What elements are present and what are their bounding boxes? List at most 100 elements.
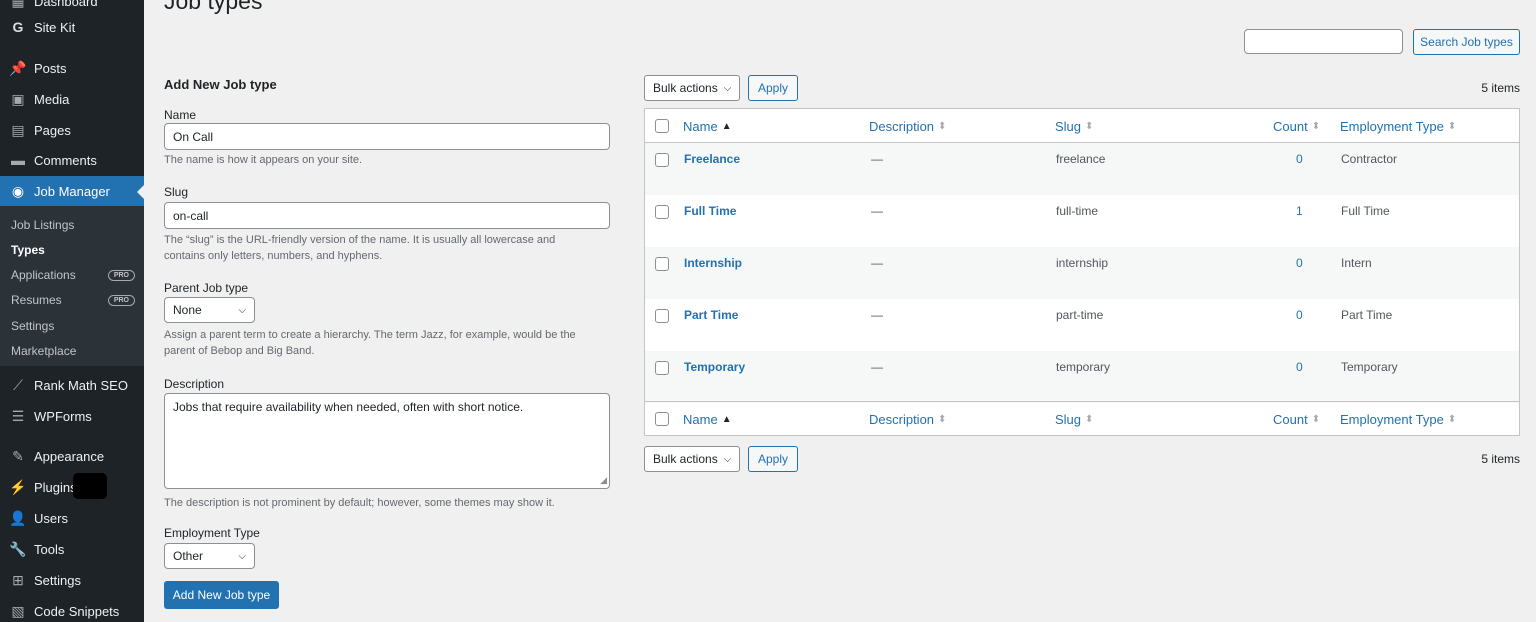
column-name[interactable]: Name ▲: [683, 109, 732, 143]
menu-item-plugins[interactable]: ⚡ Plugins: [0, 472, 144, 502]
row-checkbox[interactable]: [655, 205, 669, 219]
column-description[interactable]: Description ⬍: [869, 109, 946, 143]
column-label: Description: [869, 411, 935, 427]
submenu-item-job-listings[interactable]: Job Listings: [11, 218, 135, 232]
search-job-types-button[interactable]: Search Job types: [1413, 29, 1520, 55]
job-type-name-link[interactable]: Internship: [684, 247, 742, 279]
row-checkbox[interactable]: [655, 257, 669, 271]
comment-icon: ▬: [11, 152, 25, 168]
job-manager-icon: ◉: [11, 182, 25, 199]
menu-item-site-kit[interactable]: G Site Kit: [0, 12, 144, 42]
code-icon: ▧: [11, 602, 25, 619]
bulk-actions-select-bottom[interactable]: Bulk actions ⌵: [644, 446, 741, 472]
menu-item-tools[interactable]: 🔧 Tools: [0, 534, 144, 564]
menu-item-settings[interactable]: ⊞ Settings: [0, 565, 144, 595]
parent-select[interactable]: None ⌵: [164, 297, 255, 323]
column-count[interactable]: Count ⬍: [1273, 109, 1320, 143]
chevron-down-icon: ⌵: [238, 304, 246, 316]
wpforms-icon: ☰: [11, 407, 25, 424]
slug-cell: part-time: [1056, 308, 1104, 322]
settings-icon: ⊞: [12, 571, 24, 588]
description-label: Description: [164, 377, 225, 391]
submenu-label: Resumes: [11, 293, 62, 307]
chevron-down-icon: ⌵: [723, 82, 732, 94]
menu-item-posts[interactable]: 📌 Posts: [0, 53, 144, 83]
count-link[interactable]: 0: [1296, 351, 1303, 383]
slug-label: Slug: [164, 185, 189, 199]
job-type-name-link[interactable]: Freelance: [684, 143, 740, 175]
slug-help-line: contains only letters, numbers, and hyph…: [164, 250, 383, 262]
name-field[interactable]: On Call: [164, 123, 610, 150]
menu-item-wpforms[interactable]: ☰ WPForms: [0, 401, 144, 431]
page-title: Job types: [164, 0, 263, 14]
column-employment-type[interactable]: Employment Type ⬍: [1340, 402, 1456, 436]
menu-item-users[interactable]: 👤 Users: [0, 503, 144, 533]
bulk-actions-label: Bulk actions: [653, 452, 718, 466]
column-slug[interactable]: Slug ⬍: [1055, 402, 1093, 436]
menu-item-rank-math[interactable]: ⟋ Rank Math SEO: [0, 370, 144, 400]
apply-button-top[interactable]: Apply: [748, 75, 798, 101]
menu-item-comments[interactable]: ▬ Comments: [0, 145, 144, 175]
parent-label: Parent Job type: [164, 281, 249, 295]
submenu-item-applications[interactable]: Applications PRO: [11, 268, 135, 282]
row-checkbox[interactable]: [655, 309, 669, 323]
table-row: Part Time — part-time 0 Part Time: [645, 299, 1519, 351]
pages-icon: ▤: [11, 121, 25, 138]
submenu-label: Applications: [11, 268, 76, 282]
job-type-name-link[interactable]: Temporary: [684, 351, 745, 383]
pro-badge: PRO: [107, 294, 135, 306]
menu-label: Posts: [34, 60, 67, 76]
sort-asc-icon: ▲: [721, 120, 732, 132]
admin-sidebar: ▦ Dashboard G Site Kit 📌 Posts ▣ Media ▤…: [0, 0, 144, 622]
menu-item-job-manager[interactable]: ◉ Job Manager: [0, 176, 144, 206]
menu-label: Code Snippets: [34, 603, 120, 619]
submenu-label: Marketplace: [11, 344, 77, 358]
description-cell: —: [871, 308, 883, 322]
row-checkbox[interactable]: [655, 153, 669, 167]
job-manager-submenu: Job Listings Types Applications PRO Resu…: [0, 206, 144, 366]
column-name[interactable]: Name ▲: [683, 402, 732, 436]
slug-cell: temporary: [1056, 360, 1111, 374]
resize-handle-icon[interactable]: ◢: [600, 475, 607, 486]
column-description[interactable]: Description ⬍: [869, 402, 946, 436]
menu-item-appearance[interactable]: ✎ Appearance: [0, 441, 144, 471]
column-count[interactable]: Count ⬍: [1273, 402, 1320, 436]
submenu-item-resumes[interactable]: Resumes PRO: [11, 293, 135, 307]
column-label: Employment Type: [1340, 411, 1444, 427]
search-input[interactable]: [1244, 29, 1403, 54]
employment-select[interactable]: Other ⌵: [164, 543, 255, 569]
select-all-checkbox[interactable]: [655, 119, 669, 133]
apply-button-bottom[interactable]: Apply: [748, 446, 798, 472]
site-kit-g-icon: G: [12, 19, 24, 35]
menu-label: Comments: [34, 152, 97, 168]
submenu-item-marketplace[interactable]: Marketplace: [11, 344, 135, 358]
job-type-name-link[interactable]: Full Time: [684, 195, 736, 227]
count-link[interactable]: 1: [1296, 195, 1303, 227]
count-link[interactable]: 0: [1296, 247, 1303, 279]
menu-label: Settings: [34, 572, 81, 588]
job-type-name-link[interactable]: Part Time: [684, 299, 738, 331]
submenu-item-settings[interactable]: Settings: [11, 319, 135, 333]
menu-item-media[interactable]: ▣ Media: [0, 84, 144, 114]
column-employment-type[interactable]: Employment Type ⬍: [1340, 109, 1456, 143]
sort-icon: ⬍: [1311, 120, 1321, 132]
row-checkbox[interactable]: [655, 361, 669, 375]
bulk-actions-select-top[interactable]: Bulk actions ⌵: [644, 75, 741, 101]
submenu-item-types[interactable]: Types: [11, 243, 135, 257]
menu-item-pages[interactable]: ▤ Pages: [0, 115, 144, 145]
select-all-checkbox[interactable]: [655, 412, 669, 426]
rank-math-icon: ⟋: [13, 376, 23, 393]
parent-value: None: [173, 303, 202, 317]
menu-label: Site Kit: [34, 19, 76, 35]
menu-label: Rank Math SEO: [34, 377, 128, 393]
menu-item-code-snippets[interactable]: ▧ Code Snippets: [0, 596, 144, 622]
description-textarea[interactable]: Jobs that require availability when need…: [164, 393, 610, 489]
slug-field[interactable]: on-call: [164, 202, 610, 229]
column-slug[interactable]: Slug ⬍: [1055, 109, 1093, 143]
add-new-job-type-button[interactable]: Add New Job type: [164, 581, 279, 609]
menu-label: Pages: [34, 122, 71, 138]
plugin-icon: ⚡: [9, 478, 27, 495]
count-link[interactable]: 0: [1296, 299, 1303, 331]
parent-help-line: Assign a parent term to create a hierarc…: [164, 329, 576, 341]
count-link[interactable]: 0: [1296, 143, 1303, 175]
